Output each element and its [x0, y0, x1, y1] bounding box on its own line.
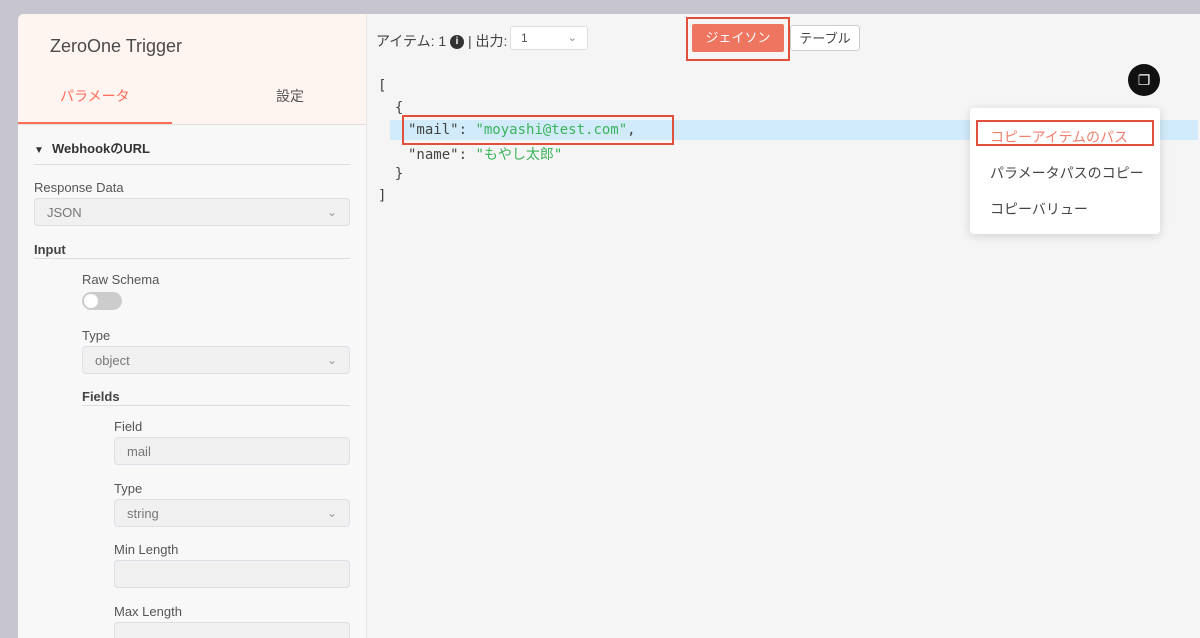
- raw-schema-toggle[interactable]: [82, 292, 122, 310]
- node-editor-window: ZeroOne Trigger パラメータ 設定 ▼ WebhookのURL Re…: [18, 14, 1200, 638]
- fields-label: Fields: [82, 389, 120, 404]
- response-data-value: JSON: [47, 205, 82, 220]
- tab-parameters[interactable]: パラメータ: [60, 86, 130, 106]
- copy-icon: ❐: [1137, 72, 1151, 88]
- json-line: [: [378, 78, 387, 94]
- input-label: Input: [34, 242, 66, 257]
- raw-schema-label: Raw Schema: [82, 272, 160, 287]
- webhook-url-section[interactable]: ▼ WebhookのURL: [34, 138, 350, 165]
- json-key: "name":: [408, 147, 476, 163]
- min-length-label: Min Length: [114, 542, 179, 557]
- json-line: ]: [378, 188, 387, 204]
- parameters-panel: ZeroOne Trigger パラメータ 設定 ▼ WebhookのURL Re…: [18, 14, 367, 638]
- output-label: 出力:: [475, 33, 508, 49]
- max-length-label: Max Length: [114, 604, 182, 619]
- menu-item-copy-item-path[interactable]: コピーアイテムのパス: [990, 127, 1128, 147]
- input-divider: [34, 258, 350, 259]
- tab-settings[interactable]: 設定: [276, 86, 304, 106]
- table-view-button[interactable]: テーブル: [790, 25, 860, 51]
- menu-item-copy-value[interactable]: コピーバリュー: [990, 199, 1088, 219]
- fields-divider: [82, 405, 350, 406]
- field-type-value: string: [127, 506, 159, 521]
- field-label: Field: [114, 419, 143, 434]
- json-comma: ,: [627, 122, 636, 138]
- type-select[interactable]: object ⌄: [82, 346, 350, 374]
- copy-dropdown-menu: コピーアイテムのパス パラメータパスのコピー コピーバリュー: [970, 108, 1160, 234]
- min-length-input[interactable]: [114, 560, 350, 588]
- chevron-down-icon: ▼: [34, 145, 44, 156]
- toggle-knob: [84, 294, 98, 308]
- chevron-down-icon: ⌄: [326, 205, 337, 219]
- toolbar-separator: |: [467, 33, 472, 49]
- items-count: アイテム: 1: [376, 33, 447, 49]
- output-select-value: 1: [521, 31, 528, 45]
- copy-button[interactable]: ❐: [1128, 64, 1160, 96]
- json-view-button[interactable]: ジェイソン: [692, 24, 784, 52]
- field-name-value: mail: [127, 444, 151, 459]
- response-data-label: Response Data: [34, 180, 124, 195]
- json-key: "mail":: [408, 122, 476, 138]
- chevron-down-icon: ⌄: [326, 353, 337, 367]
- json-line: }: [378, 166, 404, 182]
- json-row-mail[interactable]: "mail": "moyashi@test.com",: [408, 122, 636, 138]
- type-label: Type: [82, 328, 111, 343]
- max-length-input[interactable]: [114, 622, 350, 638]
- node-header: [18, 14, 366, 124]
- chevron-down-icon: ⌄: [326, 506, 337, 520]
- section-title: WebhookのURL: [52, 141, 150, 156]
- json-string: "もやし太郎": [475, 147, 563, 163]
- field-type-select[interactable]: string ⌄: [114, 499, 350, 527]
- json-row-name[interactable]: "name": "もやし太郎": [408, 144, 562, 164]
- output-toolbar: アイテム: 1 i | 出力:: [376, 31, 507, 51]
- output-select[interactable]: 1 ⌄: [510, 26, 588, 50]
- json-string: "moyashi@test.com": [475, 122, 628, 138]
- chevron-down-icon: ⌄: [567, 32, 577, 44]
- field-name-input[interactable]: mail: [114, 437, 350, 465]
- json-line: {: [378, 100, 404, 116]
- info-icon[interactable]: i: [450, 35, 465, 50]
- type-value: object: [95, 353, 130, 368]
- field-type-label: Type: [114, 481, 143, 496]
- header-divider: [18, 124, 366, 125]
- node-title: ZeroOne Trigger: [50, 36, 183, 56]
- response-data-select[interactable]: JSON ⌄: [34, 198, 350, 226]
- menu-item-copy-parameter-path[interactable]: パラメータパスのコピー: [990, 163, 1144, 183]
